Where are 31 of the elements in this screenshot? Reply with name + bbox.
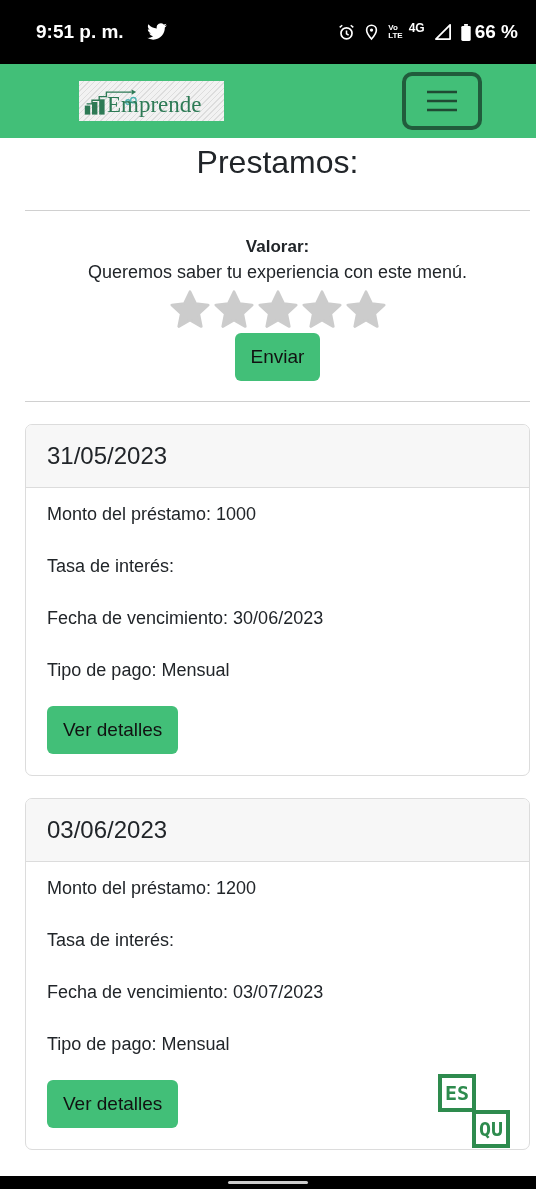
loan-date: 03/06/2023 [47,816,168,844]
home-handle[interactable] [228,1181,308,1184]
location-icon [365,23,379,41]
bird-icon [145,23,168,41]
loan-detail: Monto del préstamo: 1000 [47,503,257,526]
language-badge[interactable]: ES QU [438,1074,514,1150]
page-title: Prestamos: [195,144,360,180]
details-button[interactable]: Ver detalles [47,706,179,754]
battery-percent: 66 % [474,21,518,43]
loan-detail: Monto del préstamo: 1200 [47,877,257,900]
loan-detail: Tipo de pago: Mensual [47,659,230,682]
volte-label: Vo [388,24,399,32]
logo[interactable]: Emprende [79,81,224,121]
menu-button[interactable] [402,72,482,130]
rating-prompt: Queremos saber tu experiencia con este menú. [87,261,468,284]
menu-icon [426,90,458,112]
details-button[interactable]: Ver detalles [47,1080,179,1128]
clock-time: 9:51 p. m. [36,21,124,43]
send-button[interactable]: Enviar [234,333,321,381]
loan-detail: Fecha de vencimiento: 30/06/2023 [47,607,324,630]
loan-detail: Fecha de vencimiento: 03/07/2023 [47,981,324,1004]
alarm-icon [338,23,356,41]
loan-detail: Tasa de interés: [47,929,175,952]
rating-label: Valorar: [245,236,310,258]
battery-icon [460,23,471,41]
signal-icon [434,24,451,40]
loan-date: 31/05/2023 [47,442,168,470]
loan-detail: Tipo de pago: Mensual [47,1033,230,1056]
volte-label: LTE [388,32,403,40]
loan-detail: Tasa de interés: [47,555,175,578]
network-label: 4G [408,21,425,35]
